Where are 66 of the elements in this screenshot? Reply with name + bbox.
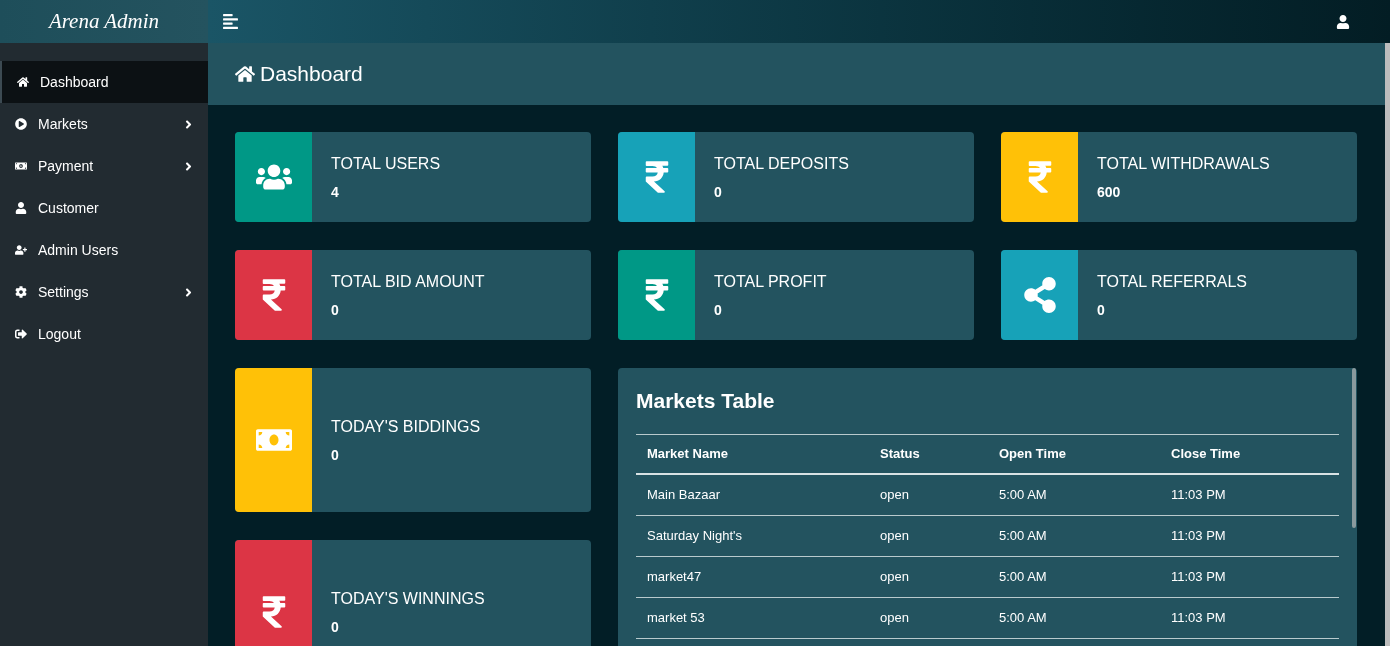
- table-cell: open: [869, 597, 988, 638]
- table-cell: 11:03 PM: [1160, 597, 1339, 638]
- sidebar-item[interactable]: Markets: [0, 103, 208, 145]
- menu-icon: [222, 13, 239, 30]
- user-icon: [15, 202, 27, 214]
- stat-label: TOTAL DEPOSITS: [714, 153, 849, 174]
- table-cell: Main Bazaar: [636, 474, 869, 515]
- stat-label: TODAY'S BIDDINGS: [331, 416, 481, 437]
- stat-value: 600: [1097, 182, 1122, 202]
- user-button[interactable]: [1336, 14, 1350, 29]
- stat-value: 0: [714, 300, 723, 320]
- sidebar-item[interactable]: Dashboard: [0, 61, 208, 103]
- sidebar-label: Settings: [38, 282, 90, 302]
- table-cell: market 53: [636, 597, 869, 638]
- stat-label: TOTAL PROFIT: [714, 271, 827, 292]
- banknote-icon: [15, 160, 27, 172]
- table-cell: 5:00 AM: [988, 556, 1160, 597]
- brand-logo[interactable]: Arena Admin: [48, 5, 160, 38]
- page-title: Dashboard: [260, 61, 363, 88]
- table-cell: Saturday Night's: [636, 515, 869, 556]
- sidebar-label: Customer: [38, 198, 100, 218]
- sidebar-item[interactable]: Settings: [0, 271, 208, 313]
- stat-label: TOTAL BID AMOUNT: [331, 271, 485, 292]
- sidebar-item[interactable]: Admin Users: [0, 229, 208, 271]
- stat-value: 0: [331, 445, 340, 465]
- table-cell: open: [869, 556, 988, 597]
- stat-value: 0: [714, 182, 723, 202]
- table-cell: 5:00 AM: [988, 474, 1160, 515]
- play-icon: [15, 118, 27, 130]
- table-cell: open: [869, 515, 988, 556]
- sidebar-item[interactable]: Payment: [0, 145, 208, 187]
- column-header: Open Time: [988, 434, 1160, 474]
- sidebar-label: Logout: [38, 324, 82, 344]
- column-header: Status: [869, 434, 988, 474]
- stat-label: TODAY'S WINNINGS: [331, 588, 485, 609]
- sidebar-label: Admin Users: [38, 240, 120, 260]
- menu-toggle-button[interactable]: [222, 13, 239, 30]
- table-cell: 11:03 PM: [1160, 556, 1339, 597]
- column-header: Market Name: [636, 434, 869, 474]
- sidebar-label: Dashboard: [40, 72, 110, 92]
- table-cell: market47: [636, 556, 869, 597]
- stat-label: TOTAL REFERRALS: [1097, 271, 1247, 292]
- stat-value: 0: [331, 300, 340, 320]
- stat-label: TOTAL WITHDRAWALS: [1097, 153, 1270, 174]
- sidebar-label: Payment: [38, 156, 95, 176]
- table-cell: 11:03 PM: [1160, 474, 1339, 515]
- sidebar-item[interactable]: Customer: [0, 187, 208, 229]
- settings-icon: [15, 286, 27, 298]
- stat-value: 0: [331, 617, 340, 637]
- share-icon: [1021, 277, 1058, 313]
- table-cell: open: [869, 474, 988, 515]
- logout-icon: [15, 328, 27, 340]
- user-icon: [1336, 14, 1350, 29]
- table-cell: 5:00 AM: [988, 597, 1160, 638]
- table-cell: 5:00 AM: [988, 515, 1160, 556]
- stat-value: 0: [1097, 300, 1106, 320]
- home-icon: [235, 64, 255, 84]
- column-header: Close Time: [1160, 434, 1339, 474]
- home-icon: [17, 76, 29, 88]
- sidebar-label: Markets: [38, 114, 89, 134]
- user-plus-icon: [15, 244, 27, 256]
- table-cell: 11:03 PM: [1160, 515, 1339, 556]
- stat-label: TOTAL USERS: [331, 153, 441, 174]
- sidebar-item[interactable]: Logout: [0, 313, 208, 355]
- stat-value: 4: [331, 182, 340, 202]
- table-title: Markets Table: [636, 388, 776, 414]
